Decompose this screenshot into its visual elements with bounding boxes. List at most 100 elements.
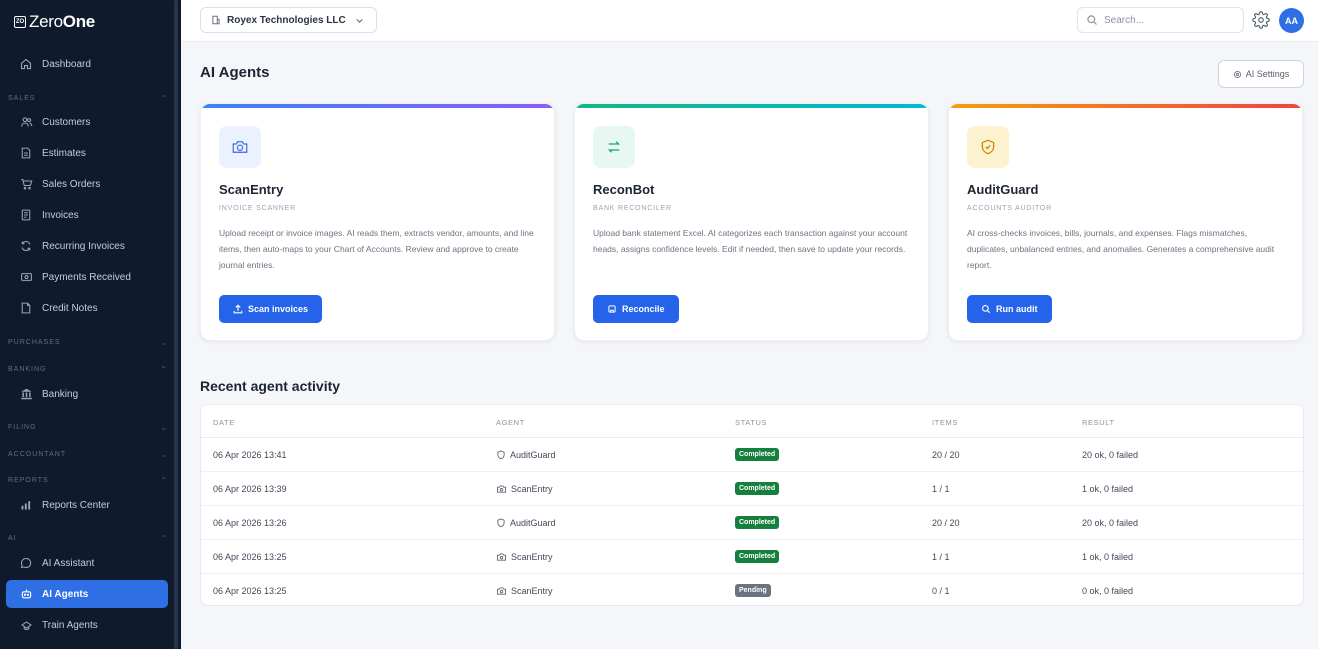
cell-items: 1 / 1 bbox=[932, 552, 950, 562]
camera-icon bbox=[496, 552, 507, 562]
nav-section-banking[interactable]: BANKING ⌃ bbox=[8, 365, 168, 374]
agent-description: Upload bank statement Excel. AI categori… bbox=[593, 228, 908, 254]
agent-subtitle: ACCOUNTS AUDITOR bbox=[967, 205, 1053, 212]
camera-icon bbox=[496, 484, 507, 494]
agent-subtitle: INVOICE SCANNER bbox=[219, 205, 296, 212]
top-bar: Royex Technologies LLC Search... AA bbox=[181, 0, 1318, 42]
sidebar-item-recurring-invoices[interactable]: Recurring Invoices bbox=[6, 232, 168, 260]
cell-date: 06 Apr 2026 13:25 bbox=[213, 552, 287, 562]
scan-invoices-button[interactable]: Scan invoices bbox=[219, 295, 323, 323]
sidebar-item-label: Dashboard bbox=[42, 58, 91, 70]
shield-icon bbox=[496, 518, 506, 528]
sidebar-item-sales-orders[interactable]: Sales Orders bbox=[6, 170, 168, 198]
column-header-items[interactable]: ITEMS bbox=[932, 418, 958, 427]
sidebar-item-label: Customers bbox=[42, 116, 91, 128]
sidebar-scrollbar[interactable] bbox=[174, 0, 178, 649]
users-icon bbox=[18, 114, 34, 130]
sidebar-item-reports-center[interactable]: Reports Center bbox=[6, 491, 168, 519]
nav-section-accountant[interactable]: ACCOUNTANT ⌄ bbox=[8, 450, 168, 459]
gear-icon[interactable] bbox=[1252, 11, 1270, 29]
building-icon bbox=[211, 15, 221, 25]
cell-result: 0 ok, 0 failed bbox=[1082, 586, 1134, 596]
card-accent-bar bbox=[949, 104, 1302, 108]
table-row[interactable]: 06 Apr 2026 13:39 ScanEntry Completed 1 … bbox=[201, 472, 1303, 506]
nav-section-ai[interactable]: AI ⌃ bbox=[8, 534, 168, 543]
sidebar-item-invoices[interactable]: Invoices bbox=[6, 201, 168, 229]
column-header-status[interactable]: STATUS bbox=[735, 418, 767, 427]
agent-description: Upload receipt or invoice images. AI rea… bbox=[219, 228, 534, 270]
cell-items: 0 / 1 bbox=[932, 586, 950, 596]
cell-result: 20 ok, 0 failed bbox=[1082, 450, 1139, 460]
ai-settings-button[interactable]: AI Settings bbox=[1218, 60, 1304, 88]
page-title: AI Agents bbox=[200, 64, 270, 81]
table-row[interactable]: 06 Apr 2026 13:41 AuditGuard Completed 2… bbox=[201, 438, 1303, 472]
chevron-up-icon: ⌃ bbox=[160, 534, 168, 543]
sidebar-item-train-agents[interactable]: Train Agents bbox=[6, 611, 168, 639]
reconcile-button[interactable]: Reconcile bbox=[593, 295, 679, 323]
company-name: Royex Technologies LLC bbox=[227, 14, 346, 26]
swap-icon bbox=[593, 126, 635, 168]
agent-description: AI cross-checks invoices, bills, journal… bbox=[967, 228, 1275, 270]
status-badge: Completed bbox=[735, 550, 780, 563]
nav-section-sales[interactable]: SALES ⌃ bbox=[8, 94, 168, 103]
camera-icon bbox=[219, 126, 261, 168]
sidebar-item-label: Invoices bbox=[42, 209, 79, 221]
chevron-down-icon: ⌄ bbox=[160, 338, 168, 347]
cell-items: 1 / 1 bbox=[932, 484, 950, 494]
sidebar-item-ai-assistant[interactable]: AI Assistant bbox=[6, 549, 168, 577]
agent-name: ReconBot bbox=[593, 182, 655, 197]
chevron-up-icon: ⌃ bbox=[160, 476, 168, 485]
company-selector[interactable]: Royex Technologies LLC bbox=[200, 7, 377, 33]
logo-text: ZeroOne bbox=[29, 12, 95, 31]
cart-icon bbox=[18, 176, 34, 192]
table-header: DATE AGENT STATUS ITEMS RESULT bbox=[201, 405, 1303, 438]
cell-agent: ScanEntry bbox=[496, 586, 553, 596]
note-icon bbox=[18, 300, 34, 316]
sidebar-item-payments-received[interactable]: Payments Received bbox=[6, 263, 168, 291]
nav-section-filing[interactable]: FILING ⌄ bbox=[8, 423, 168, 432]
activity-table: DATE AGENT STATUS ITEMS RESULT 06 Apr 20… bbox=[200, 404, 1304, 606]
sidebar-item-dashboard[interactable]: Dashboard bbox=[6, 50, 168, 78]
cell-date: 06 Apr 2026 13:41 bbox=[213, 450, 287, 460]
table-row[interactable]: 06 Apr 2026 13:26 AuditGuard Completed 2… bbox=[201, 506, 1303, 540]
cell-agent: ScanEntry bbox=[496, 484, 553, 494]
brand-logo[interactable]: ZO ZeroOne bbox=[14, 11, 95, 33]
table-row[interactable]: 06 Apr 2026 13:25 ScanEntry Pending 0 / … bbox=[201, 574, 1303, 605]
sidebar-item-label: Estimates bbox=[42, 147, 86, 159]
sidebar-item-label: Banking bbox=[42, 388, 79, 400]
search-icon bbox=[1086, 14, 1098, 26]
sidebar-item-estimates[interactable]: Estimates bbox=[6, 139, 168, 167]
train-icon bbox=[18, 617, 34, 633]
avatar[interactable]: AA bbox=[1279, 8, 1304, 33]
agent-subtitle: BANK RECONCILER bbox=[593, 205, 672, 212]
table-row[interactable]: 06 Apr 2026 13:25 ScanEntry Completed 1 … bbox=[201, 540, 1303, 574]
sidebar-item-ai-agents[interactable]: AI Agents bbox=[6, 580, 168, 608]
sidebar-item-banking[interactable]: Banking bbox=[6, 380, 168, 408]
agent-card-auditguard: AuditGuard ACCOUNTS AUDITOR AI cross-che… bbox=[948, 103, 1303, 341]
file-icon bbox=[18, 145, 34, 161]
search-input[interactable]: Search... bbox=[1077, 7, 1244, 33]
cell-date: 06 Apr 2026 13:25 bbox=[213, 586, 287, 596]
sidebar: ZO ZeroOne Dashboard SALES ⌃ Customers Es… bbox=[0, 0, 181, 649]
home-icon bbox=[18, 56, 34, 72]
run-audit-button[interactable]: Run audit bbox=[967, 295, 1052, 323]
card-accent-bar bbox=[201, 104, 554, 108]
nav-section-reports[interactable]: REPORTS ⌃ bbox=[8, 476, 168, 485]
column-header-agent[interactable]: AGENT bbox=[496, 418, 525, 427]
column-header-date[interactable]: DATE bbox=[213, 418, 235, 427]
sidebar-item-label: Payments Received bbox=[42, 271, 131, 283]
recent-activity-title: Recent agent activity bbox=[200, 378, 341, 394]
cell-result: 1 ok, 0 failed bbox=[1082, 552, 1134, 562]
cell-result: 1 ok, 0 failed bbox=[1082, 484, 1134, 494]
sidebar-item-credit-notes[interactable]: Credit Notes bbox=[6, 294, 168, 322]
sidebar-item-label: AI Agents bbox=[42, 588, 89, 600]
nav-section-purchases[interactable]: PURCHASES ⌄ bbox=[8, 338, 168, 347]
sidebar-item-customers[interactable]: Customers bbox=[6, 108, 168, 136]
cell-items: 20 / 20 bbox=[932, 518, 960, 528]
search-placeholder: Search... bbox=[1104, 14, 1145, 26]
card-accent-bar bbox=[575, 104, 928, 108]
status-badge: Completed bbox=[735, 482, 780, 495]
chevron-down-icon: ⌄ bbox=[160, 423, 168, 432]
column-header-result[interactable]: RESULT bbox=[1082, 418, 1115, 427]
agent-card-scanentry: ScanEntry INVOICE SCANNER Upload receipt… bbox=[200, 103, 555, 341]
